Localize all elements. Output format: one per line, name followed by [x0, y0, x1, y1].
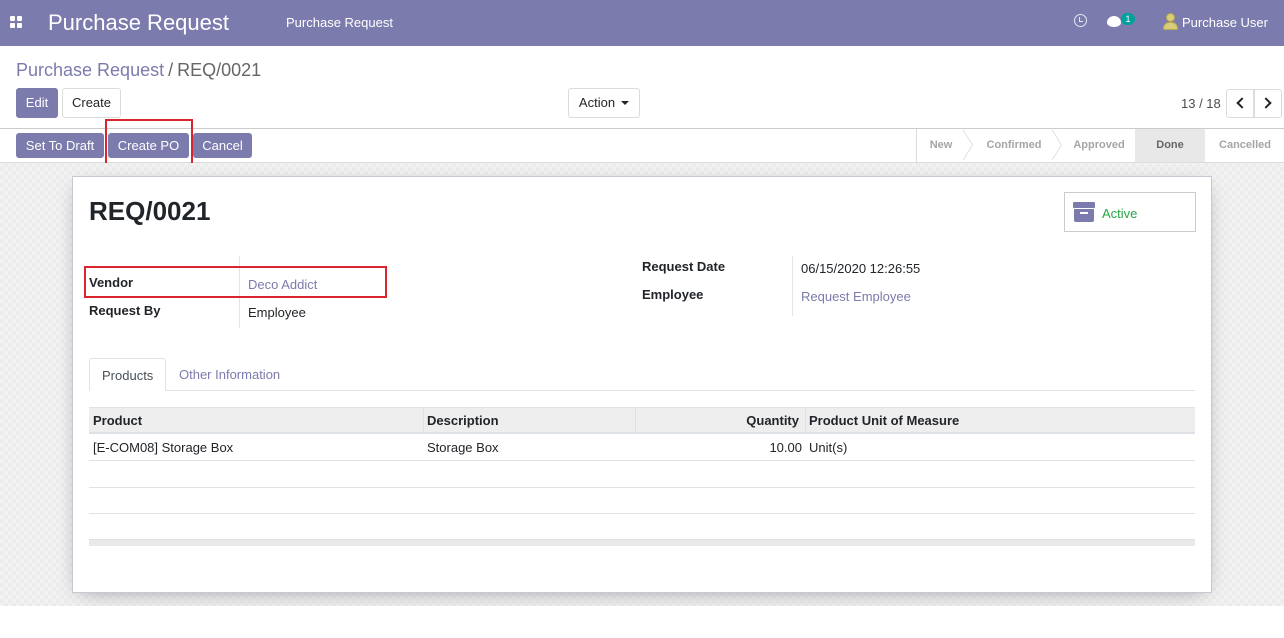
- stage-approved[interactable]: Approved: [1060, 129, 1138, 162]
- action-label: Action: [578, 95, 616, 110]
- messages-chat-icon[interactable]: [1107, 16, 1121, 27]
- message-count-badge: 1: [1121, 13, 1135, 25]
- table-row[interactable]: [E-COM08] Storage Box Storage Box 10.00 …: [89, 435, 1195, 461]
- pager-previous-button[interactable]: [1226, 89, 1254, 118]
- tab-products[interactable]: Products: [89, 358, 166, 391]
- active-toggle-button[interactable]: Active: [1064, 192, 1196, 232]
- highlight-box-vendor: [84, 266, 387, 298]
- highlight-box-create-po: [105, 119, 193, 167]
- table-empty-row: [89, 514, 1195, 540]
- table-empty-row: [89, 488, 1195, 514]
- cell-uom: Unit(s): [809, 440, 848, 455]
- stage-confirmed[interactable]: Confirmed: [971, 129, 1057, 162]
- archive-box-icon: [1073, 202, 1095, 222]
- column-header-quantity[interactable]: Quantity: [636, 408, 806, 433]
- breadcrumb-current: REQ/0021: [177, 60, 262, 80]
- edit-button[interactable]: Edit: [16, 88, 58, 118]
- apps-menu-icon[interactable]: [10, 16, 23, 29]
- record-title: REQ/0021: [89, 196, 211, 226]
- table-footer: [89, 539, 1195, 546]
- control-panel: Purchase Request / REQ/0021 Edit Create Ac…: [0, 46, 1284, 129]
- cell-product: [E-COM08] Storage Box: [93, 440, 234, 455]
- stage-cancelled[interactable]: Cancelled: [1205, 129, 1284, 162]
- status-stages: New Confirmed Approved Done Cancelled: [916, 129, 1271, 162]
- column-header-uom[interactable]: Product Unit of Measure: [806, 408, 1195, 433]
- breadcrumb-separator: /: [168, 60, 174, 80]
- stage-new[interactable]: New: [917, 129, 965, 162]
- menu-item-purchase-request[interactable]: Purchase Request: [286, 15, 393, 30]
- chevron-left-icon: [1236, 97, 1248, 109]
- request-by-value: Employee: [248, 305, 306, 320]
- caret-down-icon: [621, 101, 630, 105]
- cell-quantity: 10.00: [769, 440, 802, 455]
- chevron-right-icon: [1260, 97, 1272, 109]
- cancel-button[interactable]: Cancel: [193, 133, 252, 158]
- user-menu[interactable]: Purchase User: [1182, 15, 1268, 30]
- table-header: Product Description Quantity Product Uni…: [89, 407, 1195, 434]
- active-label: Active: [1102, 206, 1138, 221]
- employee-value[interactable]: Request Employee: [801, 289, 911, 304]
- tab-other-information[interactable]: Other Information: [167, 358, 292, 391]
- set-to-draft-button[interactable]: Set To Draft: [16, 133, 104, 158]
- activity-clock-icon[interactable]: [1074, 14, 1087, 27]
- pager-next-button[interactable]: [1254, 89, 1282, 118]
- action-dropdown-button[interactable]: Action: [568, 88, 640, 118]
- pager-value[interactable]: 13 / 18: [1181, 96, 1221, 111]
- table-empty-row: [89, 462, 1195, 488]
- request-by-label: Request By: [89, 303, 161, 318]
- breadcrumb: Purchase Request / REQ/0021: [16, 60, 261, 81]
- top-navbar: Purchase Request Purchase Request 1 Purc…: [0, 0, 1284, 46]
- employee-label: Employee: [642, 287, 704, 302]
- user-avatar[interactable]: [1163, 13, 1178, 30]
- stage-done[interactable]: Done: [1135, 129, 1205, 162]
- request-date-label: Request Date: [642, 259, 726, 274]
- column-header-product[interactable]: Product: [89, 408, 424, 433]
- cell-description: Storage Box: [427, 440, 499, 455]
- request-date-value: 06/15/2020 12:26:55: [801, 261, 921, 276]
- app-title: Purchase Request: [48, 10, 229, 35]
- column-header-description[interactable]: Description: [424, 408, 636, 433]
- chatter-bar: [0, 606, 1284, 638]
- breadcrumb-parent-link[interactable]: Purchase Request: [16, 60, 164, 80]
- create-button[interactable]: Create: [62, 88, 121, 118]
